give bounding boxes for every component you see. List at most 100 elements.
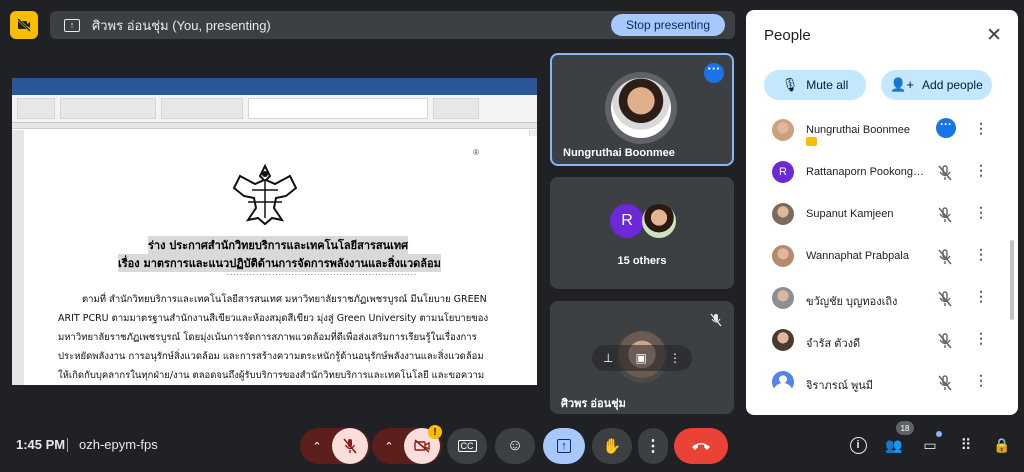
more-vert-icon[interactable]: ⋮ [974, 163, 988, 177]
frame-icon[interactable]: ▣ [636, 351, 647, 365]
doc-line: ประหยัดพลังงาน การอนุรักษ์สิ่งแวดล้อม แล… [58, 351, 484, 362]
mic-off-icon[interactable] [936, 332, 954, 350]
mic-off-icon [343, 438, 357, 454]
mic-off-icon[interactable] [936, 206, 954, 224]
mic-toggle-button[interactable] [332, 428, 368, 464]
raise-hand-button[interactable]: ✋ [592, 428, 632, 464]
avatar [642, 204, 676, 238]
participant-name: Nungruthai Boonmee [563, 147, 675, 159]
avatar [772, 371, 794, 393]
more-vert-icon[interactable]: ⋮ [974, 121, 988, 135]
doc-line: ARIT PCRU ตามมาตรฐานสำนักงานสีเขียวและห้… [58, 313, 489, 324]
more-options-icon[interactable]: ··· [704, 62, 724, 83]
participant-tile-self[interactable]: ⊥ ▣ ⋮ ศิวพร อ่อนชุ่ม [550, 301, 734, 414]
participant-row[interactable]: จิราภรณ์ พูนมี ⋮ [746, 364, 1002, 406]
camera-off-icon [17, 18, 31, 32]
captions-button[interactable]: CC [447, 428, 487, 464]
participant-tile-others[interactable]: R 15 others [550, 177, 734, 289]
participant-row[interactable]: Supanut Kamjeen ⋮ [746, 196, 1002, 238]
more-vert-icon[interactable]: ⋮ [974, 205, 988, 219]
participant-count-badge: 18 [896, 421, 914, 435]
reactions-button[interactable]: ☺ [495, 428, 535, 464]
chat-button[interactable]: ▭ [919, 434, 941, 456]
more-options-button[interactable]: ⋮ [638, 428, 668, 464]
present-screen-icon: ↑ [64, 18, 80, 32]
word-page: ® ร่าง ประกาศสำนักวิทยบริการและเทคโนโลยี… [24, 136, 537, 385]
participant-row[interactable]: ขวัญชัย บุญทองเถิง ⋮ [746, 280, 1002, 322]
mic-control: ⌃ [300, 428, 370, 464]
doc-line: ตามที่ สำนักวิทยบริการและเทคโนโลยีสารสนเ… [82, 294, 487, 305]
presenting-icon [806, 137, 817, 146]
more-vert-icon: ⋮ [645, 438, 661, 455]
more-options-icon[interactable]: ⋮ [669, 351, 681, 365]
add-people-button[interactable]: 👤+ Add people [881, 70, 992, 100]
mute-all-button[interactable]: 🎙 Mute all [764, 70, 866, 100]
presenting-label: ศิวพร อ่อนชุ่ม (You, presenting) [92, 17, 271, 33]
panel-title: People [764, 27, 811, 44]
host-controls-button[interactable]: 🔒 [991, 434, 1013, 456]
hang-up-icon [692, 443, 710, 450]
avatar: R [772, 161, 794, 183]
pin-icon[interactable]: ⊥ [603, 351, 613, 365]
clock: 1:45 PM [16, 437, 66, 452]
people-panel: People ✕ 🎙 Mute all 👤+ Add people Nungru… [746, 10, 1018, 415]
participant-tile-pinned[interactable]: ··· Nungruthai Boonmee [550, 53, 734, 166]
word-titlebar [12, 78, 537, 87]
camera-options-chevron-icon[interactable]: ⌃ [374, 440, 404, 453]
participant-row[interactable]: จำรัส ตัวงดี ⋮ [746, 322, 1002, 364]
camera-off-icon [414, 439, 430, 453]
mic-off-icon[interactable] [936, 290, 954, 308]
participant-row[interactable]: R Rattanaporn Pookongchai ⋮ [746, 154, 1002, 196]
tile-hover-tools: ⊥ ▣ ⋮ [592, 345, 692, 371]
chat-notification-dot [936, 431, 942, 437]
participant-row[interactable]: Wannaphat Prabpala ⋮ [746, 238, 1002, 280]
stop-presenting-button[interactable]: Stop presenting [611, 14, 725, 36]
mic-options-chevron-icon[interactable]: ⌃ [302, 440, 332, 453]
avatar [772, 119, 794, 141]
scrollbar[interactable] [1010, 240, 1014, 320]
more-options-icon[interactable]: ··· [936, 118, 956, 138]
more-vert-icon[interactable]: ⋮ [974, 373, 988, 387]
garuda-emblem-icon [232, 163, 298, 226]
avatar [772, 203, 794, 225]
close-icon[interactable]: ✕ [986, 24, 1002, 47]
activities-button[interactable]: ⠿ [955, 434, 977, 456]
participant-name: ขวัญชัย บุญทองเถิง [806, 296, 898, 308]
avatar [605, 72, 677, 144]
participant-row[interactable]: Nungruthai Boonmee ··· ⋮ [746, 112, 1002, 154]
doc-divider: ........................................… [227, 268, 418, 277]
present-screen-icon: ↑ [557, 439, 571, 453]
avatar [772, 245, 794, 267]
word-ribbon-tabs [12, 87, 537, 95]
mic-off-icon: 🎙 [781, 77, 799, 92]
participant-name: Nungruthai Boonmee [806, 124, 910, 136]
people-button[interactable]: 👥 [883, 434, 905, 456]
mic-off-icon[interactable] [936, 164, 954, 182]
more-vert-icon[interactable]: ⋮ [974, 247, 988, 261]
camera-off-indicator [10, 11, 38, 39]
more-vert-icon[interactable]: ⋮ [974, 289, 988, 303]
closed-captions-icon: CC [457, 440, 477, 452]
add-person-icon: 👤+ [890, 77, 915, 92]
meeting-code: ozh-epym-fps [79, 437, 158, 452]
chat-icon: ▭ [923, 436, 937, 453]
doc-line: มหาวิทยาลัยราชภัฏเพชรบูรณ์ โดยมุ่งเน้นกา… [58, 332, 477, 343]
meeting-details-button[interactable]: i [847, 434, 869, 456]
doc-heading-1: ร่าง ประกาศสำนักวิทยบริการและเทคโนโลยีสา… [148, 236, 409, 254]
participant-name: Supanut Kamjeen [806, 208, 894, 220]
mic-off-icon[interactable] [936, 248, 954, 266]
more-vert-icon[interactable]: ⋮ [974, 331, 988, 345]
leave-call-button[interactable] [674, 428, 728, 464]
lock-person-icon: 🔒 [993, 436, 1011, 453]
mic-off-icon [710, 313, 722, 327]
avatar [772, 287, 794, 309]
others-count-label: 15 others [617, 255, 667, 267]
emoji-icon: ☺ [506, 437, 524, 454]
apps-grid-icon: ⠿ [960, 437, 972, 454]
present-button[interactable]: ↑ [543, 428, 585, 464]
participant-name: Rattanaporn Pookongchai [806, 166, 926, 178]
mic-off-icon[interactable] [936, 374, 954, 392]
presenting-bar: ↑ ศิวพร อ่อนชุ่ม (You, presenting) Stop … [50, 11, 735, 39]
word-ruler [12, 123, 537, 129]
participant-name: ศิวพร อ่อนชุ่ม [561, 398, 626, 410]
